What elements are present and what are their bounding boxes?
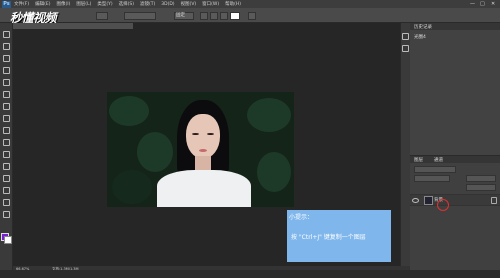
opacity-field[interactable] bbox=[466, 175, 496, 182]
layers-panel: 图层 通道 背景 bbox=[410, 155, 500, 271]
blend-mode-dropdown[interactable] bbox=[414, 175, 450, 182]
layers-panel-header: 图层 通道 bbox=[410, 156, 500, 163]
history-panel-header: 历史记录 bbox=[410, 23, 500, 30]
gradient-icon[interactable] bbox=[2, 163, 10, 170]
options-bar: 固定 bbox=[0, 8, 500, 23]
eraser-icon[interactable] bbox=[2, 151, 10, 158]
lock-icon bbox=[491, 197, 497, 204]
menu-filter[interactable]: 滤镜(T) bbox=[140, 1, 155, 7]
menu-bar: Ps 文件(F) 编辑(E) 图像(I) 图层(L) 类型(Y) 选择(S) 滤… bbox=[0, 0, 500, 8]
ps-logo: Ps bbox=[2, 0, 11, 8]
move-icon[interactable] bbox=[2, 31, 10, 38]
menu-layer[interactable]: 图层(L) bbox=[76, 1, 91, 7]
properties-panel-icon[interactable] bbox=[401, 45, 409, 52]
tab-history[interactable]: 历史记录 bbox=[414, 24, 432, 30]
align-center-button[interactable] bbox=[210, 12, 218, 20]
menu-3d[interactable]: 3D(D) bbox=[161, 2, 174, 7]
eyedropper-icon[interactable] bbox=[2, 91, 10, 98]
stamp-icon[interactable] bbox=[2, 127, 10, 134]
right-panel: 历史记录 光圈4 图层 通道 背景 bbox=[410, 23, 500, 271]
healing-icon[interactable] bbox=[2, 103, 10, 110]
marquee-icon[interactable] bbox=[2, 43, 10, 50]
blur-icon[interactable] bbox=[2, 175, 10, 182]
history-brush-icon[interactable] bbox=[2, 139, 10, 146]
background-color-swatch[interactable] bbox=[4, 236, 12, 244]
warp-text-button[interactable] bbox=[248, 12, 256, 20]
align-left-button[interactable] bbox=[200, 12, 208, 20]
history-panel-icon[interactable] bbox=[401, 33, 409, 40]
tip-title: 小提示： bbox=[289, 214, 314, 221]
menu-help[interactable]: 帮助(H) bbox=[225, 1, 241, 7]
crop-icon[interactable] bbox=[2, 79, 10, 86]
magic-wand-icon[interactable] bbox=[2, 67, 10, 74]
eye-icon[interactable] bbox=[412, 198, 419, 203]
panel-icon-strip bbox=[400, 23, 410, 270]
tip-text: 按 "Ctrl+J" 键复制一个图层 bbox=[291, 234, 366, 241]
history-item[interactable]: 光圈4 bbox=[414, 34, 426, 40]
minimize-button[interactable]: — bbox=[470, 0, 475, 8]
brush-icon[interactable] bbox=[2, 115, 10, 122]
cursor-highlight bbox=[437, 199, 449, 211]
align-right-button[interactable] bbox=[220, 12, 228, 20]
document-tab[interactable] bbox=[13, 23, 133, 29]
layer-thumbnail bbox=[424, 196, 433, 205]
tip-overlay: 小提示： 按 "Ctrl+J" 键复制一个图层 bbox=[287, 210, 391, 262]
tab-layers[interactable]: 图层 bbox=[414, 157, 423, 163]
tab-channels[interactable]: 通道 bbox=[434, 157, 443, 163]
tool-preset-picker[interactable] bbox=[96, 12, 108, 20]
bottom-bar bbox=[0, 270, 500, 278]
menu-image[interactable]: 图像(I) bbox=[56, 1, 70, 7]
hand-icon[interactable] bbox=[2, 199, 10, 206]
menu-file[interactable]: 文件(F) bbox=[14, 1, 29, 7]
layer-row[interactable]: 背景 bbox=[410, 194, 500, 206]
restore-button[interactable]: □ bbox=[480, 0, 485, 8]
menu-window[interactable]: 窗口(W) bbox=[202, 1, 219, 7]
zoom-icon[interactable] bbox=[2, 211, 10, 218]
lasso-icon[interactable] bbox=[2, 55, 10, 62]
text-icon[interactable] bbox=[2, 187, 10, 194]
menu-select[interactable]: 选择(S) bbox=[119, 1, 134, 7]
toolbox bbox=[0, 23, 13, 270]
menu-view[interactable]: 视图(V) bbox=[181, 1, 197, 7]
fill-field[interactable] bbox=[466, 184, 496, 191]
layer-filter-dropdown[interactable] bbox=[414, 166, 456, 173]
color-swatch[interactable] bbox=[230, 12, 240, 20]
close-button[interactable]: ✕ bbox=[491, 0, 495, 8]
feather-field[interactable] bbox=[124, 12, 156, 20]
menu-edit[interactable]: 编辑(E) bbox=[35, 1, 50, 7]
menu-type[interactable]: 类型(Y) bbox=[97, 1, 112, 7]
document-photo[interactable] bbox=[107, 92, 294, 207]
mode-label: 固定 bbox=[176, 13, 185, 18]
